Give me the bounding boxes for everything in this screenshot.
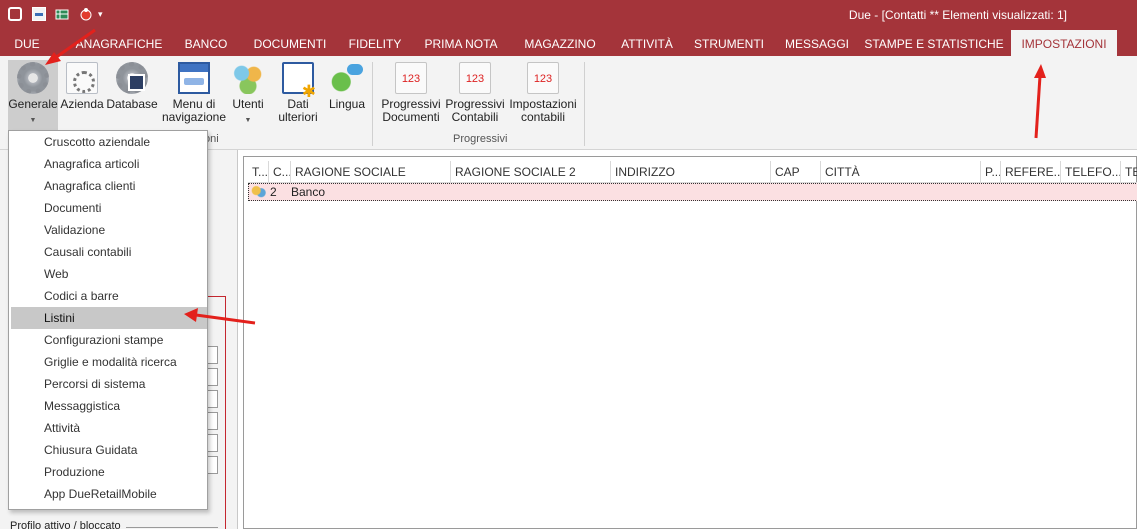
contacts-grid[interactable]: T... C... RAGIONE SOCIALE RAGIONE SOCIAL… xyxy=(243,156,1137,529)
menu-item-attivita[interactable]: Attività xyxy=(11,417,207,439)
dati-ulteriori-button[interactable]: Dati ulteriori xyxy=(270,60,326,124)
application-window: ▾ Due - [Contatti ** Elementi visualizza… xyxy=(0,0,1137,529)
menu-item-codici-a-barre[interactable]: Codici a barre xyxy=(11,285,207,307)
lingua-label: Lingua xyxy=(328,97,366,111)
gear-icon xyxy=(17,62,49,94)
navigation-menu-icon xyxy=(178,62,210,94)
app-logo-icon[interactable] xyxy=(8,7,22,21)
database-button[interactable]: Database xyxy=(106,60,158,111)
menu-item-documenti[interactable]: Documenti xyxy=(11,197,207,219)
column-header-ragione-sociale[interactable]: RAGIONE SOCIALE xyxy=(290,161,450,183)
menu-item-app-dueretailmobile[interactable]: App DueRetailMobile xyxy=(11,483,207,505)
extra-data-icon xyxy=(282,62,316,98)
impostazioni-contabili-label: Impostazioni contabili xyxy=(509,97,577,124)
database-label: Database xyxy=(106,97,158,111)
impostazioni-contabili-button[interactable]: Impostazioni contabili xyxy=(507,60,579,124)
tab-magazzino[interactable]: MAGAZZINO xyxy=(514,30,606,58)
menu-item-percorsi-di-sistema[interactable]: Percorsi di sistema xyxy=(11,373,207,395)
menu-item-chiusura-guidata[interactable]: Chiusura Guidata xyxy=(11,439,207,461)
generale-label: Generale xyxy=(8,97,58,111)
progressivi-documenti-label: Progressivi Documenti xyxy=(381,97,441,124)
bug-icon[interactable] xyxy=(79,7,93,21)
window-title: Due - [Contatti ** Elementi visualizzati… xyxy=(848,8,1067,22)
column-header-codice[interactable]: C... xyxy=(268,161,290,183)
menu-di-navigazione-button[interactable]: Menu di navigazione xyxy=(160,60,228,124)
azienda-button[interactable]: Azienda xyxy=(60,60,104,111)
tab-prima-nota[interactable]: PRIMA NOTA xyxy=(418,30,504,58)
dati-ulteriori-label: Dati ulteriori xyxy=(278,97,318,124)
ribbon-group-label: Progressivi xyxy=(453,133,508,145)
counter-123-icon xyxy=(459,62,491,94)
generale-button[interactable]: Generale ▼ xyxy=(8,60,58,132)
tab-documenti[interactable]: DOCUMENTI xyxy=(247,30,333,58)
ribbon-group-separator xyxy=(372,62,373,146)
counter-123-icon xyxy=(395,62,427,94)
tab-impostazioni[interactable]: IMPOSTAZIONI xyxy=(1011,30,1117,58)
column-header-ragione-sociale-2[interactable]: RAGIONE SOCIALE 2 xyxy=(450,161,610,183)
column-header-provincia[interactable]: P... xyxy=(980,161,1000,183)
progressivi-contabili-label: Progressivi Contabili xyxy=(445,97,505,124)
dropdown-arrow-icon[interactable]: ▾ xyxy=(98,9,108,23)
grid-header: T... C... RAGIONE SOCIALE RAGIONE SOCIAL… xyxy=(248,161,1137,183)
menu-item-messaggistica[interactable]: Messaggistica xyxy=(11,395,207,417)
lingua-button[interactable]: Lingua xyxy=(326,60,368,111)
column-header-indirizzo[interactable]: INDIRIZZO xyxy=(610,161,770,183)
counter-123-icon xyxy=(527,62,559,94)
ribbon-group-separator xyxy=(584,62,585,146)
column-header-tipo[interactable]: T... xyxy=(248,161,268,183)
azienda-label: Azienda xyxy=(60,97,104,111)
column-header-cap[interactable]: CAP xyxy=(770,161,820,183)
menu-item-configurazioni-stampe[interactable]: Configurazioni stampe xyxy=(11,329,207,351)
calculator-icon[interactable] xyxy=(32,7,46,21)
divider xyxy=(126,527,218,528)
progressivi-documenti-button[interactable]: Progressivi Documenti xyxy=(380,60,442,124)
chevron-down-icon: ▼ xyxy=(244,117,252,124)
document-gear-icon xyxy=(66,62,98,94)
users-icon xyxy=(232,62,264,94)
tab-stampe-e-statistiche[interactable]: STAMPE E STATISTICHE xyxy=(864,30,1004,58)
utenti-label: Utenti xyxy=(232,97,264,111)
tab-anagrafiche[interactable]: ANAGRAFICHE xyxy=(70,30,168,58)
menu-item-cruscotto-aziendale[interactable]: Cruscotto aziendale xyxy=(11,131,207,153)
tab-banco[interactable]: BANCO xyxy=(176,30,236,58)
column-header-referente[interactable]: REFERE... xyxy=(1000,161,1060,183)
column-header-telefono-2[interactable]: TE xyxy=(1120,161,1137,183)
progressivi-contabili-button[interactable]: Progressivi Contabili xyxy=(444,60,506,124)
row-ragione-sociale: Banco xyxy=(291,185,326,199)
menu-item-produzione[interactable]: Produzione xyxy=(11,461,207,483)
menu-item-anagrafica-articoli[interactable]: Anagrafica articoli xyxy=(11,153,207,175)
chevron-down-icon: ▼ xyxy=(29,117,37,124)
tab-attivita[interactable]: ATTIVITÀ xyxy=(615,30,679,58)
menu-item-validazione[interactable]: Validazione xyxy=(11,219,207,241)
contact-type-icon xyxy=(251,185,266,199)
menu-di-navigazione-label: Menu di navigazione xyxy=(161,97,227,124)
utenti-button[interactable]: Utenti ▼ xyxy=(228,60,268,127)
generale-dropdown-menu: Cruscotto aziendale Anagrafica articoli … xyxy=(8,130,208,510)
database-gear-icon xyxy=(116,62,148,94)
menu-item-web[interactable]: Web xyxy=(11,263,207,285)
tab-due[interactable]: DUE xyxy=(4,30,50,58)
profile-status-label: Profilo attivo / bloccato xyxy=(10,520,121,529)
tab-messaggi[interactable]: MESSAGGI xyxy=(780,30,854,58)
row-code: 2 xyxy=(270,185,277,199)
title-bar: ▾ Due - [Contatti ** Elementi visualizza… xyxy=(0,0,1137,30)
menu-item-anagrafica-clienti[interactable]: Anagrafica clienti xyxy=(11,175,207,197)
column-header-citta[interactable]: CITTÀ xyxy=(820,161,980,183)
menu-item-griglie-e-modalita-ricerca[interactable]: Griglie e modalità ricerca xyxy=(11,351,207,373)
column-header-telefono[interactable]: TELEFO... xyxy=(1060,161,1120,183)
menu-item-causali-contabili[interactable]: Causali contabili xyxy=(11,241,207,263)
grid-icon[interactable] xyxy=(55,7,69,21)
tab-strumenti[interactable]: STRUMENTI xyxy=(689,30,769,58)
ribbon-tab-strip: DUE ANAGRAFICHE BANCO DOCUMENTI FIDELITY… xyxy=(0,30,1137,58)
menu-item-listini[interactable]: Listini xyxy=(11,307,207,329)
table-row[interactable]: 2 Banco xyxy=(248,183,1137,201)
language-icon xyxy=(331,62,363,94)
tab-fidelity[interactable]: FIDELITY xyxy=(343,30,407,58)
